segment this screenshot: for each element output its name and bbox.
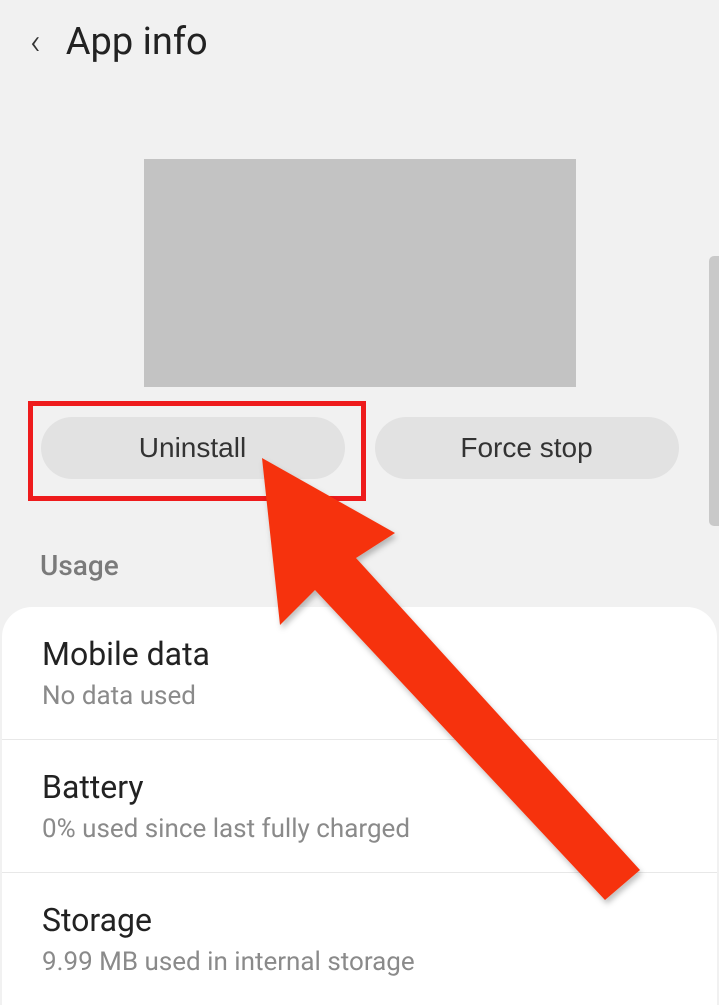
app-icon-container [0,84,719,387]
mobile-data-subtitle: No data used [42,681,677,711]
mobile-data-item[interactable]: Mobile data No data used [2,607,717,740]
usage-section-label: Usage [0,519,719,607]
page-title: App info [66,20,208,64]
storage-title: Storage [42,901,677,939]
header: ‹ App info [0,0,719,84]
uninstall-button[interactable]: Uninstall [41,417,345,479]
usage-card: Mobile data No data used Battery 0% used… [2,607,717,1005]
battery-subtitle: 0% used since last fully charged [42,814,677,844]
battery-title: Battery [42,768,677,806]
force-stop-button[interactable]: Force stop [375,417,679,479]
app-icon-placeholder [144,159,576,387]
storage-item[interactable]: Storage 9.99 MB used in internal storage [2,873,717,1005]
mobile-data-title: Mobile data [42,635,677,673]
action-button-row: Uninstall Force stop [0,387,719,519]
scrollbar-indicator [709,256,719,526]
back-icon[interactable]: ‹ [30,24,41,60]
battery-item[interactable]: Battery 0% used since last fully charged [2,740,717,873]
